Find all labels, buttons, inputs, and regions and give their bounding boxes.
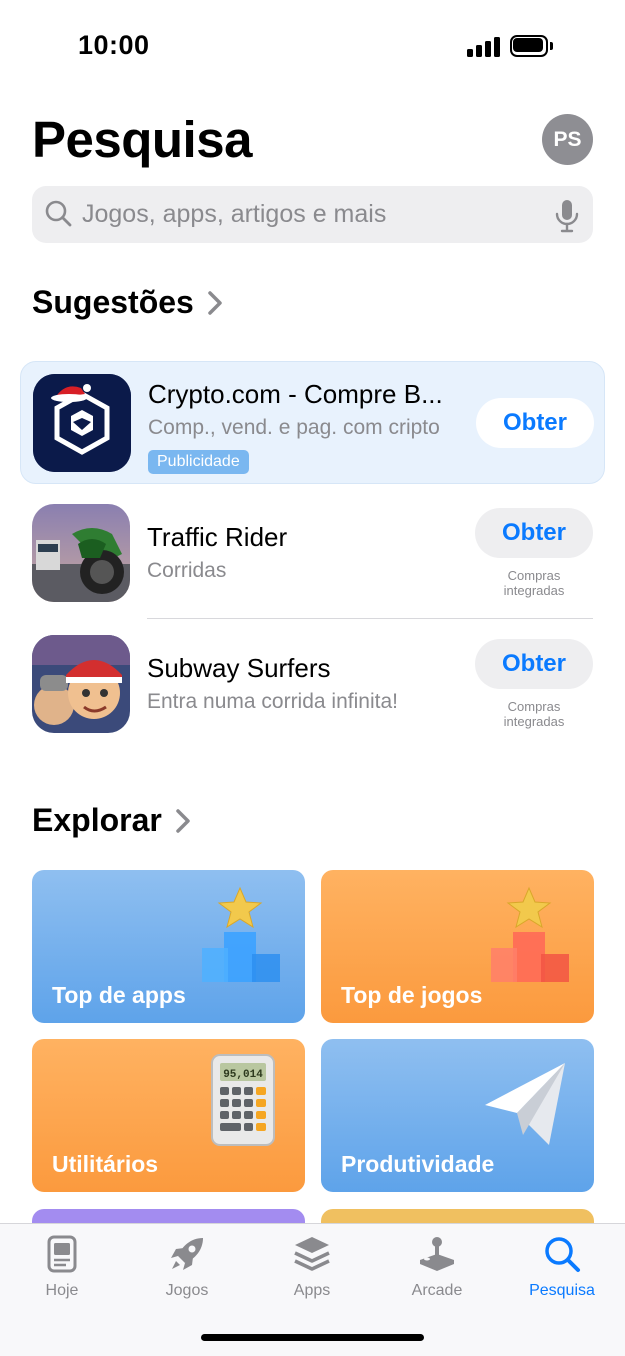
tab-games[interactable]: Jogos xyxy=(137,1234,237,1300)
app-subtitle: Entra numa corrida infinita! xyxy=(147,690,398,713)
card-label: Top de apps xyxy=(52,982,186,1008)
app-subtitle: Corridas xyxy=(147,559,227,582)
crypto-com-icon xyxy=(33,374,131,472)
tab-apps[interactable]: Apps xyxy=(262,1234,362,1300)
app-name: Traffic Rider xyxy=(147,522,288,552)
get-button[interactable]: Obter xyxy=(475,639,593,689)
search-icon xyxy=(545,1237,580,1272)
status-time: 10:00 xyxy=(78,30,150,60)
search-bar[interactable] xyxy=(32,186,593,243)
podium-star-icon xyxy=(202,886,280,982)
status-bar: 10:00 xyxy=(0,0,625,90)
tab-search[interactable]: Pesquisa xyxy=(512,1234,612,1300)
search-icon xyxy=(45,200,72,227)
get-button[interactable]: Obter xyxy=(476,398,594,448)
suggestions-header[interactable]: Sugestões xyxy=(32,284,226,321)
iap-line: Compras xyxy=(507,568,561,583)
chevron-right-icon xyxy=(176,808,190,833)
in-app-purchases-note: Compras integradas xyxy=(475,568,593,598)
calculator-display: 95,014 xyxy=(223,1069,263,1081)
chevron-right-icon xyxy=(208,290,222,315)
tab-label: Pesquisa xyxy=(529,1282,595,1299)
divider xyxy=(147,618,593,619)
explore-header[interactable]: Explorar xyxy=(32,802,194,839)
layers-icon xyxy=(294,1237,330,1271)
suggestions-title: Sugestões xyxy=(32,284,194,320)
podium-star-icon xyxy=(491,886,569,982)
tab-label: Apps xyxy=(293,1282,331,1299)
app-subtitle: Comp., vend. e pag. com cripto xyxy=(148,416,440,439)
tab-label: Arcade xyxy=(411,1282,463,1299)
explore-card-productivity[interactable]: Produtividade xyxy=(321,1039,594,1192)
paper-plane-icon xyxy=(485,1063,565,1145)
subway-surfers-icon xyxy=(32,635,130,733)
home-indicator[interactable] xyxy=(201,1334,424,1341)
page-title: Pesquisa xyxy=(32,111,252,168)
tab-arcade[interactable]: Arcade xyxy=(387,1234,487,1300)
card-label: Top de jogos xyxy=(341,982,483,1008)
tab-label: Jogos xyxy=(165,1282,209,1299)
card-label: Produtividade xyxy=(341,1151,495,1177)
app-name: Crypto.com - Compre B... xyxy=(148,379,443,409)
calculator-icon: 95,014 xyxy=(211,1054,275,1146)
app-row[interactable]: Traffic Rider Corridas Obter Compras int… xyxy=(20,492,605,615)
today-icon xyxy=(47,1235,77,1273)
rocket-icon xyxy=(171,1238,203,1270)
explore-card-top-games[interactable]: Top de jogos xyxy=(321,870,594,1023)
tab-label: Hoje xyxy=(45,1282,79,1299)
iap-line: integradas xyxy=(503,714,565,729)
get-button[interactable]: Obter xyxy=(475,508,593,558)
tab-today[interactable]: Hoje xyxy=(12,1234,112,1300)
avatar[interactable]: PS xyxy=(542,114,593,165)
explore-card-top-apps[interactable]: Top de apps xyxy=(32,870,305,1023)
iap-line: integradas xyxy=(503,583,565,598)
iap-line: Compras xyxy=(507,699,561,714)
app-name: Subway Surfers xyxy=(147,653,331,683)
traffic-rider-icon xyxy=(32,504,130,602)
microphone-icon[interactable] xyxy=(554,199,580,233)
in-app-purchases-note: Compras integradas xyxy=(475,699,593,729)
explore-card-utilities[interactable]: 95,014 Utilitários xyxy=(32,1039,305,1192)
battery-icon xyxy=(510,35,553,57)
explore-title: Explorar xyxy=(32,802,162,838)
ad-app-row[interactable]: Crypto.com - Compre B... Comp., vend. e … xyxy=(20,361,605,484)
joystick-icon xyxy=(420,1237,454,1271)
app-row[interactable]: Subway Surfers Entra numa corrida infini… xyxy=(20,623,605,746)
cellular-signal-icon xyxy=(467,37,501,57)
card-label: Utilitários xyxy=(52,1151,159,1177)
ad-badge: Publicidade xyxy=(148,450,249,474)
search-input[interactable] xyxy=(82,186,542,243)
